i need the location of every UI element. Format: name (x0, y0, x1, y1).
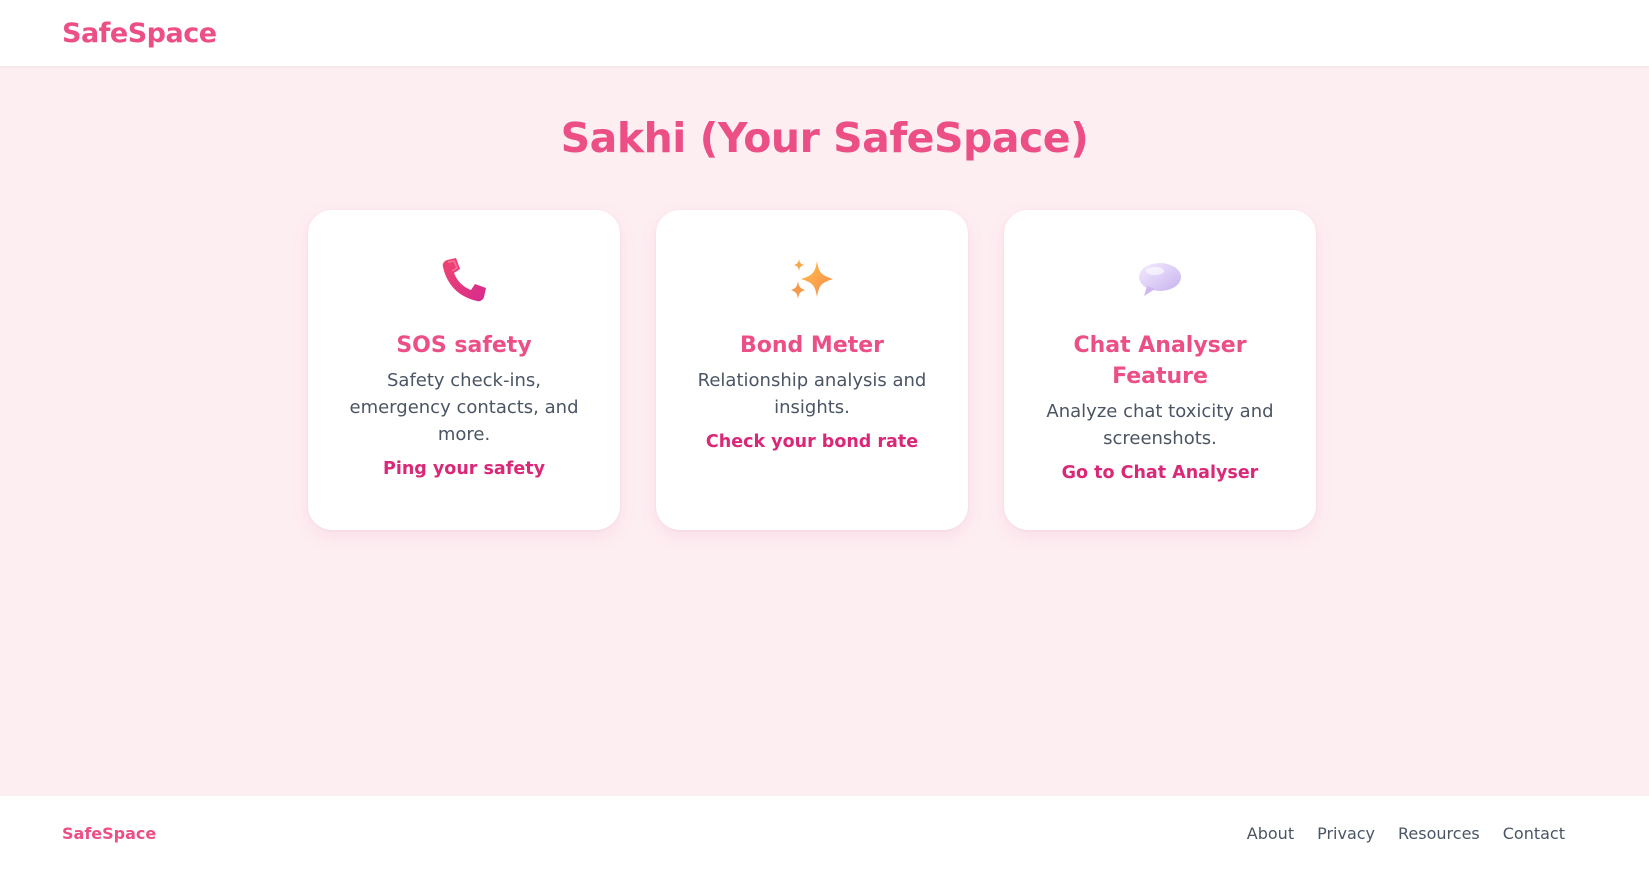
page-title: Sakhi (Your SafeSpace) (560, 114, 1089, 162)
card-description: Safety check-ins, emergency contacts, an… (349, 370, 579, 445)
check-bond-rate-link[interactable]: Check your bond rate (706, 429, 918, 456)
feature-card-sos: SOS safety Safety check-ins, emergency c… (308, 210, 620, 530)
footer-link-resources[interactable]: Resources (1398, 824, 1480, 843)
card-description: Analyze chat toxicity and screenshots. (1046, 401, 1274, 449)
footer-link-contact[interactable]: Contact (1503, 824, 1565, 843)
footer-brand: SafeSpace (62, 824, 157, 843)
footer-nav: About Privacy Resources Contact (1247, 824, 1565, 843)
card-title: SOS safety (396, 333, 532, 358)
card-description: Relationship analysis and insights. (697, 370, 927, 418)
sparkles-icon (784, 252, 840, 308)
speech-balloon-icon (1132, 252, 1188, 308)
card-title: Bond Meter (739, 333, 885, 358)
feature-cards: SOS safety Safety check-ins, emergency c… (308, 210, 1316, 530)
footer: SafeSpace About Privacy Resources Contac… (0, 796, 1649, 871)
feature-card-bond-meter: Bond Meter Relationship analysis and ins… (656, 210, 968, 530)
card-title: Chat Analyser Feature (1073, 333, 1247, 389)
feature-card-chat-analyser: Chat Analyser Feature Analyze chat toxic… (1004, 210, 1316, 530)
ping-safety-link[interactable]: Ping your safety (383, 456, 545, 483)
top-navbar: SafeSpace (0, 0, 1649, 66)
telephone-receiver-icon (436, 252, 492, 308)
go-to-chat-analyser-link[interactable]: Go to Chat Analyser (1062, 460, 1259, 487)
footer-link-about[interactable]: About (1247, 824, 1294, 843)
footer-link-privacy[interactable]: Privacy (1317, 824, 1375, 843)
brand-logo-link[interactable]: SafeSpace (62, 18, 217, 49)
